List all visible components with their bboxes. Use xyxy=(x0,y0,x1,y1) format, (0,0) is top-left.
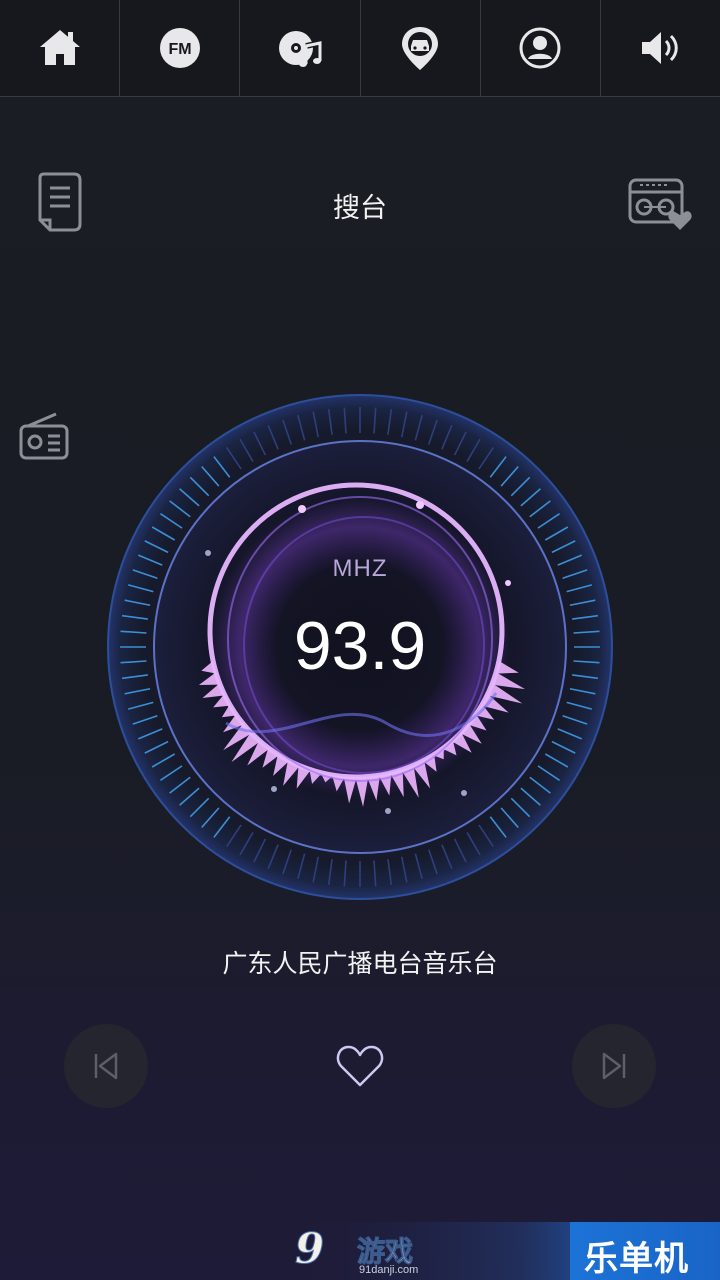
dial-particle xyxy=(461,790,467,796)
dial-particle xyxy=(385,808,391,814)
dial-particle xyxy=(298,505,306,513)
dial-particle xyxy=(271,786,277,792)
nav-user-button[interactable] xyxy=(481,0,601,96)
next-station-button[interactable] xyxy=(572,1024,656,1108)
volume-icon xyxy=(642,32,679,64)
favorite-button[interactable] xyxy=(332,1038,388,1094)
radio-icon xyxy=(19,412,69,460)
top-navigation: FM xyxy=(0,0,720,97)
frequency-value: 93.9 xyxy=(293,608,427,684)
nav-home-button[interactable] xyxy=(0,0,121,96)
watermark-logo: 9 游戏 91danji.com xyxy=(294,1224,435,1278)
radio-source-button[interactable] xyxy=(18,410,70,462)
watermark-brand: 乐单机 xyxy=(570,1222,720,1280)
watermark-site-url: 91danji.com xyxy=(359,1264,419,1276)
frequency-unit: MHZ xyxy=(332,555,388,582)
skip-next-icon xyxy=(602,1052,626,1080)
nav-volume-button[interactable] xyxy=(601,0,720,96)
music-disc-icon xyxy=(278,31,323,67)
page-title: 搜台 xyxy=(333,193,387,224)
car-location-icon xyxy=(402,27,439,70)
favorites-radio-button[interactable] xyxy=(626,172,694,234)
dial-particle xyxy=(505,580,511,586)
home-icon xyxy=(39,30,80,65)
dial-particle xyxy=(416,501,424,509)
watermark-logo-mark: 9 xyxy=(294,1224,325,1273)
fm-icon-label: FM xyxy=(168,41,191,58)
previous-station-button[interactable] xyxy=(64,1024,148,1108)
fm-icon: FM xyxy=(159,28,200,68)
dial-particle xyxy=(205,550,211,556)
station-name: 广东人民广播电台音乐台 xyxy=(222,949,498,978)
radio-heart-icon xyxy=(628,178,692,230)
nav-car-button[interactable] xyxy=(361,0,481,96)
skip-previous-icon xyxy=(94,1052,118,1080)
user-icon xyxy=(519,27,561,69)
heart-icon xyxy=(336,1045,384,1087)
watermark-brand-text: 乐单机 xyxy=(584,1239,689,1279)
nav-fm-button[interactable]: FM xyxy=(120,0,241,96)
nav-music-button[interactable] xyxy=(240,0,361,96)
